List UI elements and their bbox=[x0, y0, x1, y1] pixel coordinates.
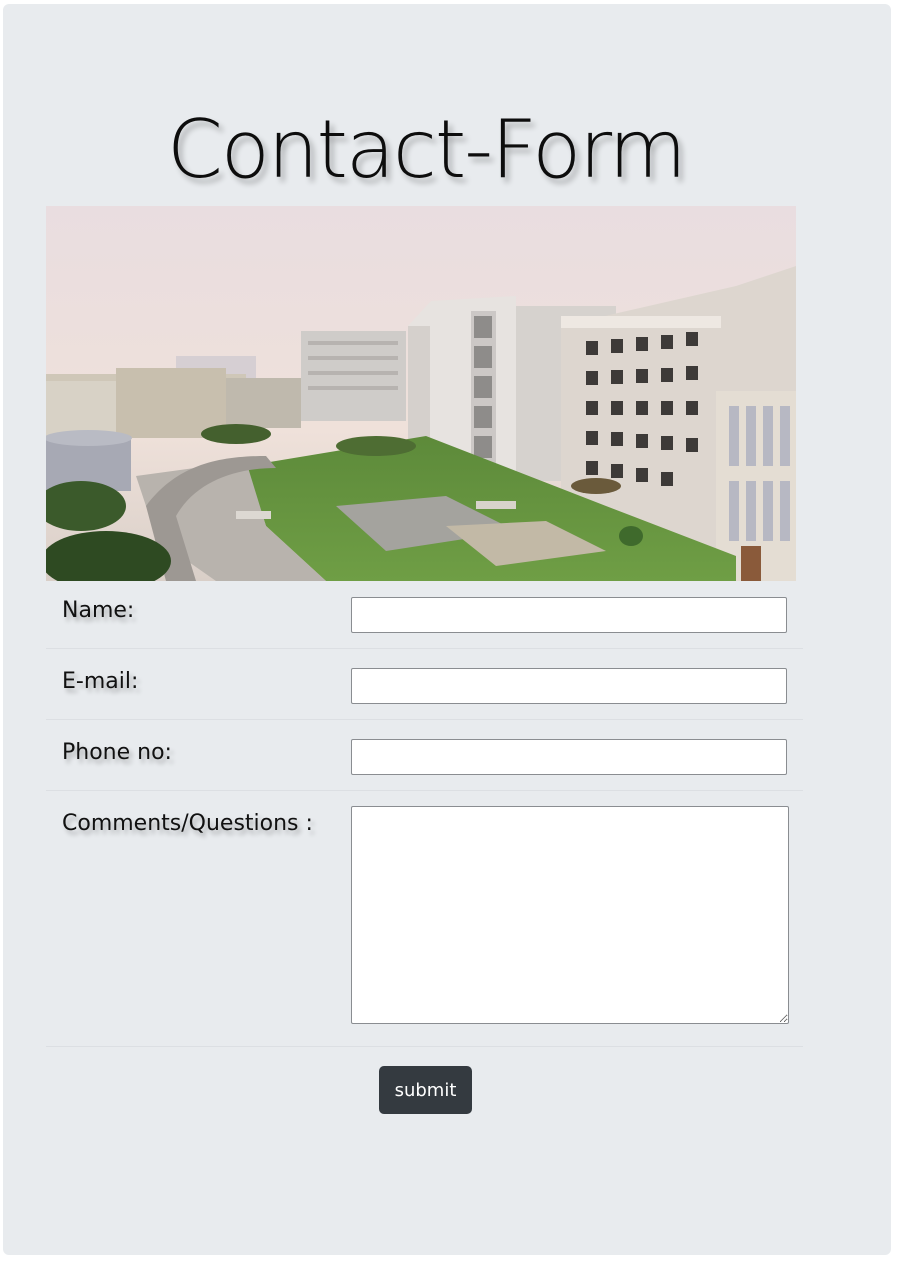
email-row: E-mail: bbox=[46, 649, 803, 720]
comments-textarea[interactable] bbox=[351, 806, 789, 1024]
phone-row: Phone no: bbox=[46, 720, 803, 791]
comments-row: Comments/Questions : bbox=[46, 791, 803, 1047]
submit-button[interactable]: submit bbox=[379, 1066, 472, 1114]
name-label: Name: bbox=[62, 598, 135, 623]
phone-input[interactable] bbox=[351, 739, 787, 775]
name-row: Name: bbox=[46, 581, 803, 649]
comments-label: Comments/Questions : bbox=[62, 811, 313, 836]
contact-card: Contact-Form Name: E-mail: Phone no: Com… bbox=[3, 4, 891, 1255]
name-input[interactable] bbox=[351, 597, 787, 633]
email-label: E-mail: bbox=[62, 669, 139, 694]
campus-photo bbox=[46, 206, 796, 581]
page-title: Contact-Form bbox=[167, 103, 687, 196]
phone-label: Phone no: bbox=[62, 740, 172, 765]
email-input[interactable] bbox=[351, 668, 787, 704]
